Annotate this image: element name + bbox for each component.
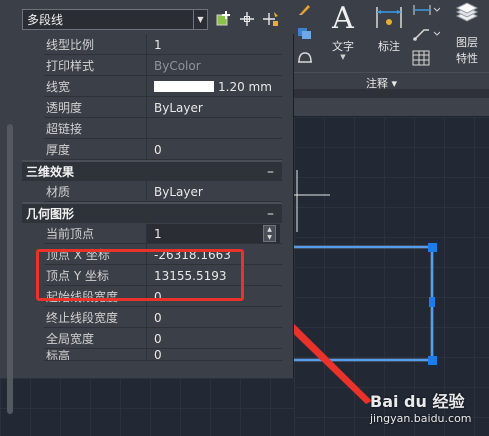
drawing-canvas-lower[interactable] — [0, 378, 294, 436]
section-title: 几何图形 — [26, 207, 75, 221]
dimension-tool-button[interactable]: 标注 — [374, 2, 404, 54]
object-type-value: 多段线 — [27, 13, 64, 27]
watermark-brand: Bai du 经验 — [370, 392, 465, 411]
property-key: 标高 — [46, 349, 71, 361]
property-key: 终止线段宽度 — [46, 311, 119, 325]
properties-palette: 多段线 ▼ 线型比例 1 打印样式 ByColor 线宽 1.20 mm 透明度… — [0, 0, 294, 414]
section-3d-effects[interactable]: 三维效果 – — [22, 160, 282, 181]
text-tool-button[interactable]: A 文字 ▼ — [332, 2, 354, 61]
property-key: 超链接 — [46, 122, 83, 136]
watermark-url: jingyan.baidu.com — [370, 412, 472, 425]
section-title: 三维效果 — [26, 165, 75, 179]
property-row-elevation[interactable]: 标高 0 — [22, 349, 282, 361]
property-grid: 线型比例 1 打印样式 ByColor 线宽 1.20 mm 透明度 ByLay… — [22, 34, 282, 361]
property-row-thickness[interactable]: 厚度 0 — [22, 139, 282, 160]
property-row-transparency[interactable]: 透明度 ByLayer — [22, 97, 282, 118]
toggle-pickadd-icon[interactable] — [213, 8, 235, 30]
property-value: ByLayer — [154, 100, 203, 115]
palette-toolbar: 多段线 ▼ — [0, 0, 294, 34]
block-icon[interactable] — [297, 26, 313, 40]
layers-icon — [454, 2, 480, 32]
property-value: ByColor — [154, 58, 201, 73]
property-value: 0 — [154, 349, 162, 361]
property-key: 厚度 — [46, 143, 71, 157]
property-row-end-width[interactable]: 终止线段宽度 0 — [22, 307, 282, 328]
ribbon-bottom-edge — [294, 89, 489, 98]
property-row-hyperlink[interactable]: 超链接 — [22, 118, 282, 139]
property-row-current-vertex[interactable]: 当前顶点 1 ▲ ▼ — [22, 223, 282, 244]
baidu-watermark: Bai du 经验 jingyan.baidu.com — [370, 388, 485, 432]
property-row-global-width[interactable]: 全局宽度 0 — [22, 328, 282, 349]
chevron-down-icon: ▼ — [340, 53, 346, 61]
property-key: 线宽 — [46, 80, 71, 94]
linear-dim-icon[interactable] — [412, 2, 441, 18]
property-value: 0 — [154, 142, 162, 157]
spinner-up-icon[interactable]: ▲ — [267, 226, 272, 234]
hatch-icon[interactable] — [297, 50, 313, 64]
ribbon-panel: A 文字 ▼ 标注 图层 特性 注释 ▾ — [294, 0, 489, 98]
palette-scrollbar[interactable] — [7, 124, 13, 414]
collapse-icon[interactable]: – — [267, 164, 274, 180]
text-a-icon: A — [332, 1, 354, 36]
property-value: ByLayer — [154, 184, 203, 199]
section-geometry[interactable]: 几何图形 – — [22, 202, 282, 223]
property-key: 当前顶点 — [46, 227, 95, 241]
property-value: 1.20 mm — [218, 79, 272, 94]
layer-label-1: 图层 — [456, 36, 478, 49]
property-value: 1 — [154, 37, 162, 52]
dimension-icon — [374, 2, 404, 36]
property-key: 全局宽度 — [46, 332, 95, 346]
property-value-wrap: 1.20 mm — [150, 80, 282, 94]
annotation-highlight-box — [36, 249, 244, 301]
text-tool-label: 文字 — [332, 40, 354, 53]
property-key: 线型比例 — [46, 38, 95, 52]
property-row-plot-style[interactable]: 打印样式 ByColor — [22, 55, 282, 76]
palette-side-strip — [0, 34, 22, 414]
collapse-icon[interactable]: – — [267, 206, 274, 222]
ribbon-group-footer: 注释 ▾ — [294, 72, 489, 90]
object-type-select[interactable]: 多段线 ▼ — [22, 9, 208, 30]
vertex-spinner[interactable]: ▲ ▼ — [263, 225, 276, 242]
lineweight-swatch — [154, 80, 214, 92]
property-key: 打印样式 — [46, 59, 95, 73]
property-value: 0 — [154, 331, 162, 346]
property-key: 透明度 — [46, 101, 83, 115]
spinner-down-icon[interactable]: ▼ — [267, 234, 272, 242]
property-row-linetype-scale[interactable]: 线型比例 1 — [22, 34, 282, 55]
leader-icon[interactable] — [412, 26, 441, 42]
quick-select-icon[interactable] — [260, 8, 282, 30]
property-value: 0 — [154, 310, 162, 325]
select-objects-icon[interactable] — [236, 8, 258, 30]
dimension-tool-label: 标注 — [378, 40, 400, 53]
drawing-tab-strip — [294, 98, 489, 117]
property-row-material[interactable]: 材质 ByLayer — [22, 181, 282, 202]
property-row-lineweight[interactable]: 线宽 1.20 mm — [22, 76, 282, 97]
draw-pencil-icon[interactable] — [298, 2, 312, 16]
property-key: 材质 — [46, 185, 71, 199]
layer-properties-button[interactable]: 图层 特性 — [454, 2, 480, 66]
table-icon[interactable] — [412, 50, 430, 66]
chevron-down-icon[interactable]: ▼ — [193, 10, 207, 29]
layer-label-2: 特性 — [456, 52, 478, 65]
